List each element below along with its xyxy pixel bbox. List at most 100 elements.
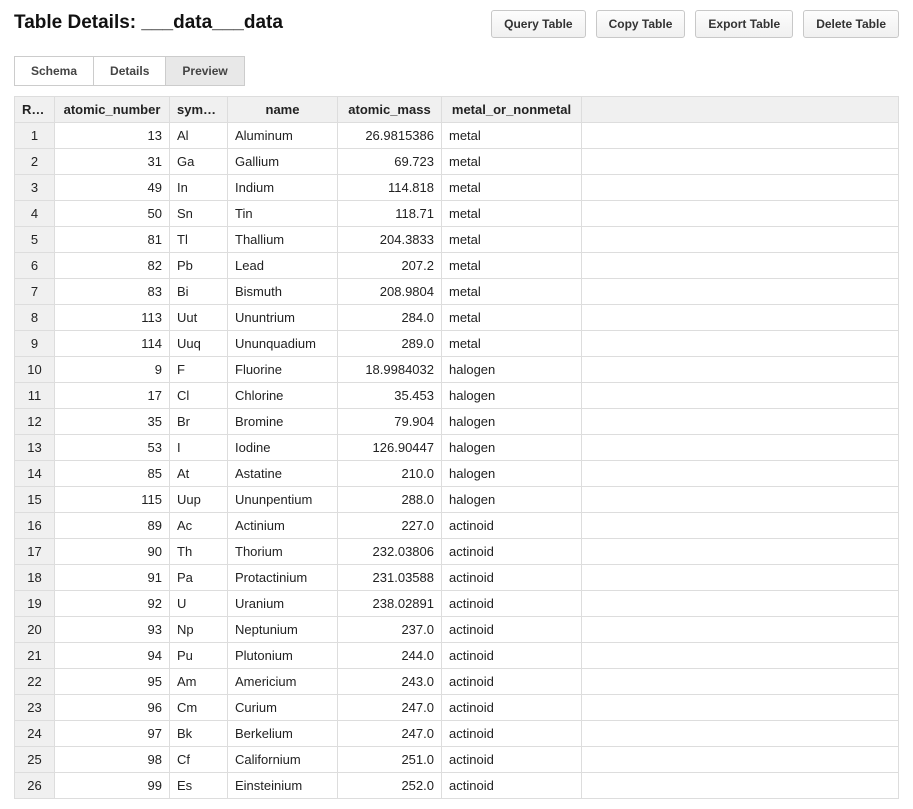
cell-name: Thorium [228,539,338,565]
cell-atomic-number: 95 [55,669,170,695]
cell-empty [582,695,899,721]
cell-metal-or-nonmetal: metal [442,123,582,149]
cell-atomic-number: 85 [55,461,170,487]
cell-symbol: Am [170,669,228,695]
cell-name: Thallium [228,227,338,253]
cell-empty [582,539,899,565]
cell-empty [582,149,899,175]
cell-atomic-mass: 69.723 [338,149,442,175]
cell-symbol: Bi [170,279,228,305]
delete-table-button[interactable]: Delete Table [803,10,899,38]
table-row: 682PbLead207.2metal [15,253,899,279]
cell-metal-or-nonmetal: actinoid [442,565,582,591]
cell-empty [582,253,899,279]
table-row: 581TlThallium204.3833metal [15,227,899,253]
cell-atomic-number: 89 [55,513,170,539]
cell-atomic-mass: 18.9984032 [338,357,442,383]
cell-symbol: Uuq [170,331,228,357]
cell-atomic-number: 94 [55,643,170,669]
cell-empty [582,747,899,773]
cell-symbol: Es [170,773,228,799]
cell-row: 9 [15,331,55,357]
cell-symbol: In [170,175,228,201]
cell-atomic-mass: 284.0 [338,305,442,331]
cell-name: Gallium [228,149,338,175]
table-row: 450SnTin118.71metal [15,201,899,227]
cell-row: 11 [15,383,55,409]
cell-empty [582,383,899,409]
cell-symbol: Cm [170,695,228,721]
cell-name: Ununtrium [228,305,338,331]
cell-symbol: I [170,435,228,461]
table-row: 8113UutUnuntrium284.0metal [15,305,899,331]
table-row: 1790ThThorium232.03806actinoid [15,539,899,565]
cell-metal-or-nonmetal: halogen [442,487,582,513]
cell-metal-or-nonmetal: halogen [442,357,582,383]
cell-empty [582,435,899,461]
cell-metal-or-nonmetal: actinoid [442,721,582,747]
cell-atomic-mass: 35.453 [338,383,442,409]
cell-row: 16 [15,513,55,539]
tab-schema[interactable]: Schema [14,56,94,86]
cell-atomic-mass: 208.9804 [338,279,442,305]
tab-details[interactable]: Details [93,56,166,86]
cell-empty [582,357,899,383]
cell-atomic-number: 114 [55,331,170,357]
cell-name: Californium [228,747,338,773]
cell-empty [582,591,899,617]
cell-symbol: Bk [170,721,228,747]
header-row: Table Details: ___data___data Query Tabl… [14,10,899,38]
cell-name: Lead [228,253,338,279]
cell-atomic-number: 13 [55,123,170,149]
cell-metal-or-nonmetal: metal [442,279,582,305]
col-header-atomic-number: atomic_number [55,97,170,123]
cell-row: 26 [15,773,55,799]
cell-row: 19 [15,591,55,617]
tab-preview[interactable]: Preview [165,56,244,86]
preview-table: Row atomic_number symbol name atomic_mas… [14,96,899,799]
cell-atomic-mass: 237.0 [338,617,442,643]
cell-row: 2 [15,149,55,175]
cell-row: 7 [15,279,55,305]
cell-atomic-number: 98 [55,747,170,773]
cell-name: Bismuth [228,279,338,305]
cell-row: 21 [15,643,55,669]
cell-atomic-number: 81 [55,227,170,253]
table-row: 109FFluorine18.9984032halogen [15,357,899,383]
cell-symbol: Sn [170,201,228,227]
cell-atomic-mass: 288.0 [338,487,442,513]
cell-name: Indium [228,175,338,201]
table-row: 15115UupUnunpentium288.0halogen [15,487,899,513]
cell-empty [582,487,899,513]
export-table-button[interactable]: Export Table [695,10,793,38]
col-header-symbol: symbol [170,97,228,123]
cell-empty [582,565,899,591]
cell-row: 18 [15,565,55,591]
cell-row: 15 [15,487,55,513]
cell-atomic-mass: 289.0 [338,331,442,357]
cell-metal-or-nonmetal: actinoid [442,643,582,669]
cell-atomic-mass: 118.71 [338,201,442,227]
cell-atomic-number: 17 [55,383,170,409]
col-header-row: Row [15,97,55,123]
cell-empty [582,721,899,747]
cell-atomic-mass: 227.0 [338,513,442,539]
cell-name: Chlorine [228,383,338,409]
cell-row: 10 [15,357,55,383]
cell-metal-or-nonmetal: metal [442,149,582,175]
copy-table-button[interactable]: Copy Table [596,10,686,38]
cell-name: Iodine [228,435,338,461]
table-row: 349InIndium114.818metal [15,175,899,201]
cell-empty [582,617,899,643]
cell-metal-or-nonmetal: actinoid [442,539,582,565]
table-row: 783BiBismuth208.9804metal [15,279,899,305]
cell-symbol: Cl [170,383,228,409]
table-row: 2396CmCurium247.0actinoid [15,695,899,721]
cell-metal-or-nonmetal: actinoid [442,617,582,643]
cell-atomic-mass: 247.0 [338,695,442,721]
query-table-button[interactable]: Query Table [491,10,585,38]
cell-symbol: Ac [170,513,228,539]
cell-atomic-number: 83 [55,279,170,305]
cell-atomic-mass: 204.3833 [338,227,442,253]
cell-name: Einsteinium [228,773,338,799]
